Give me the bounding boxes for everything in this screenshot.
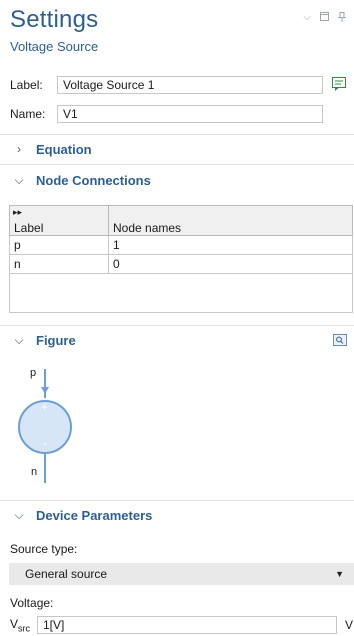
section-device-parameters[interactable]: ⌵ Device Parameters bbox=[0, 501, 354, 529]
expand-columns-icon[interactable]: ▸▸ bbox=[13, 207, 22, 218]
section-title: Equation bbox=[36, 141, 92, 157]
label-field-caption: Label: bbox=[10, 78, 43, 92]
page-title: Settings bbox=[10, 6, 99, 33]
table-empty-area[interactable] bbox=[9, 256, 353, 313]
section-title: Device Parameters bbox=[36, 507, 153, 523]
voltage-source-figure: p + - n bbox=[14, 365, 84, 485]
section-figure[interactable]: ⌵ Figure bbox=[0, 326, 354, 354]
section-title: Figure bbox=[36, 332, 76, 348]
voltage-symbol: Vsrc bbox=[10, 617, 31, 634]
section-node-connections[interactable]: ⌵ Node Connections bbox=[0, 166, 354, 194]
section-title: Node Connections bbox=[36, 172, 151, 188]
table-cell-label[interactable]: p bbox=[9, 235, 109, 255]
label-input[interactable] bbox=[63, 78, 317, 92]
table-row[interactable]: p 1 bbox=[9, 235, 353, 255]
dropdown-arrow-icon: ▼ bbox=[335, 569, 344, 579]
table-header-label[interactable]: ▸▸ Label bbox=[9, 205, 109, 236]
section-equation[interactable]: › Equation bbox=[0, 135, 354, 163]
chevron-down-icon: ⌵ bbox=[14, 332, 24, 347]
pin-icon[interactable] bbox=[338, 12, 346, 25]
window-controls: ⌵ bbox=[303, 12, 346, 25]
plus-sign: + bbox=[41, 400, 49, 414]
divider bbox=[0, 164, 354, 165]
name-input[interactable] bbox=[63, 107, 317, 121]
source-type-label: Source type: bbox=[10, 542, 78, 556]
chevron-down-icon[interactable]: ⌵ bbox=[303, 12, 311, 25]
chevron-down-icon: ⌵ bbox=[14, 172, 24, 187]
voltage-field[interactable] bbox=[37, 616, 337, 634]
voltage-input[interactable] bbox=[43, 618, 331, 632]
voltage-label: Voltage: bbox=[10, 596, 54, 610]
voltage-unit: V bbox=[345, 618, 354, 632]
minus-sign: - bbox=[43, 436, 47, 450]
label-field[interactable] bbox=[57, 76, 323, 94]
source-type-value: General source bbox=[25, 567, 108, 581]
page-subtitle: Voltage Source bbox=[10, 39, 99, 54]
current-arrow-icon bbox=[41, 387, 49, 394]
terminal-n-label: n bbox=[31, 466, 38, 478]
chevron-right-icon: › bbox=[17, 142, 21, 156]
restore-icon[interactable] bbox=[320, 12, 329, 25]
table-header-node-names[interactable]: Node names bbox=[108, 205, 353, 236]
comment-icon[interactable] bbox=[331, 76, 347, 92]
chevron-down-icon: ⌵ bbox=[14, 507, 24, 522]
terminal-p-label: p bbox=[30, 367, 37, 379]
table-cell-node[interactable]: 1 bbox=[108, 235, 353, 255]
source-type-select[interactable]: General source ▼ bbox=[9, 563, 354, 585]
name-field-caption: Name: bbox=[10, 107, 46, 121]
name-field[interactable] bbox=[57, 105, 323, 123]
zoom-icon[interactable] bbox=[333, 334, 347, 346]
